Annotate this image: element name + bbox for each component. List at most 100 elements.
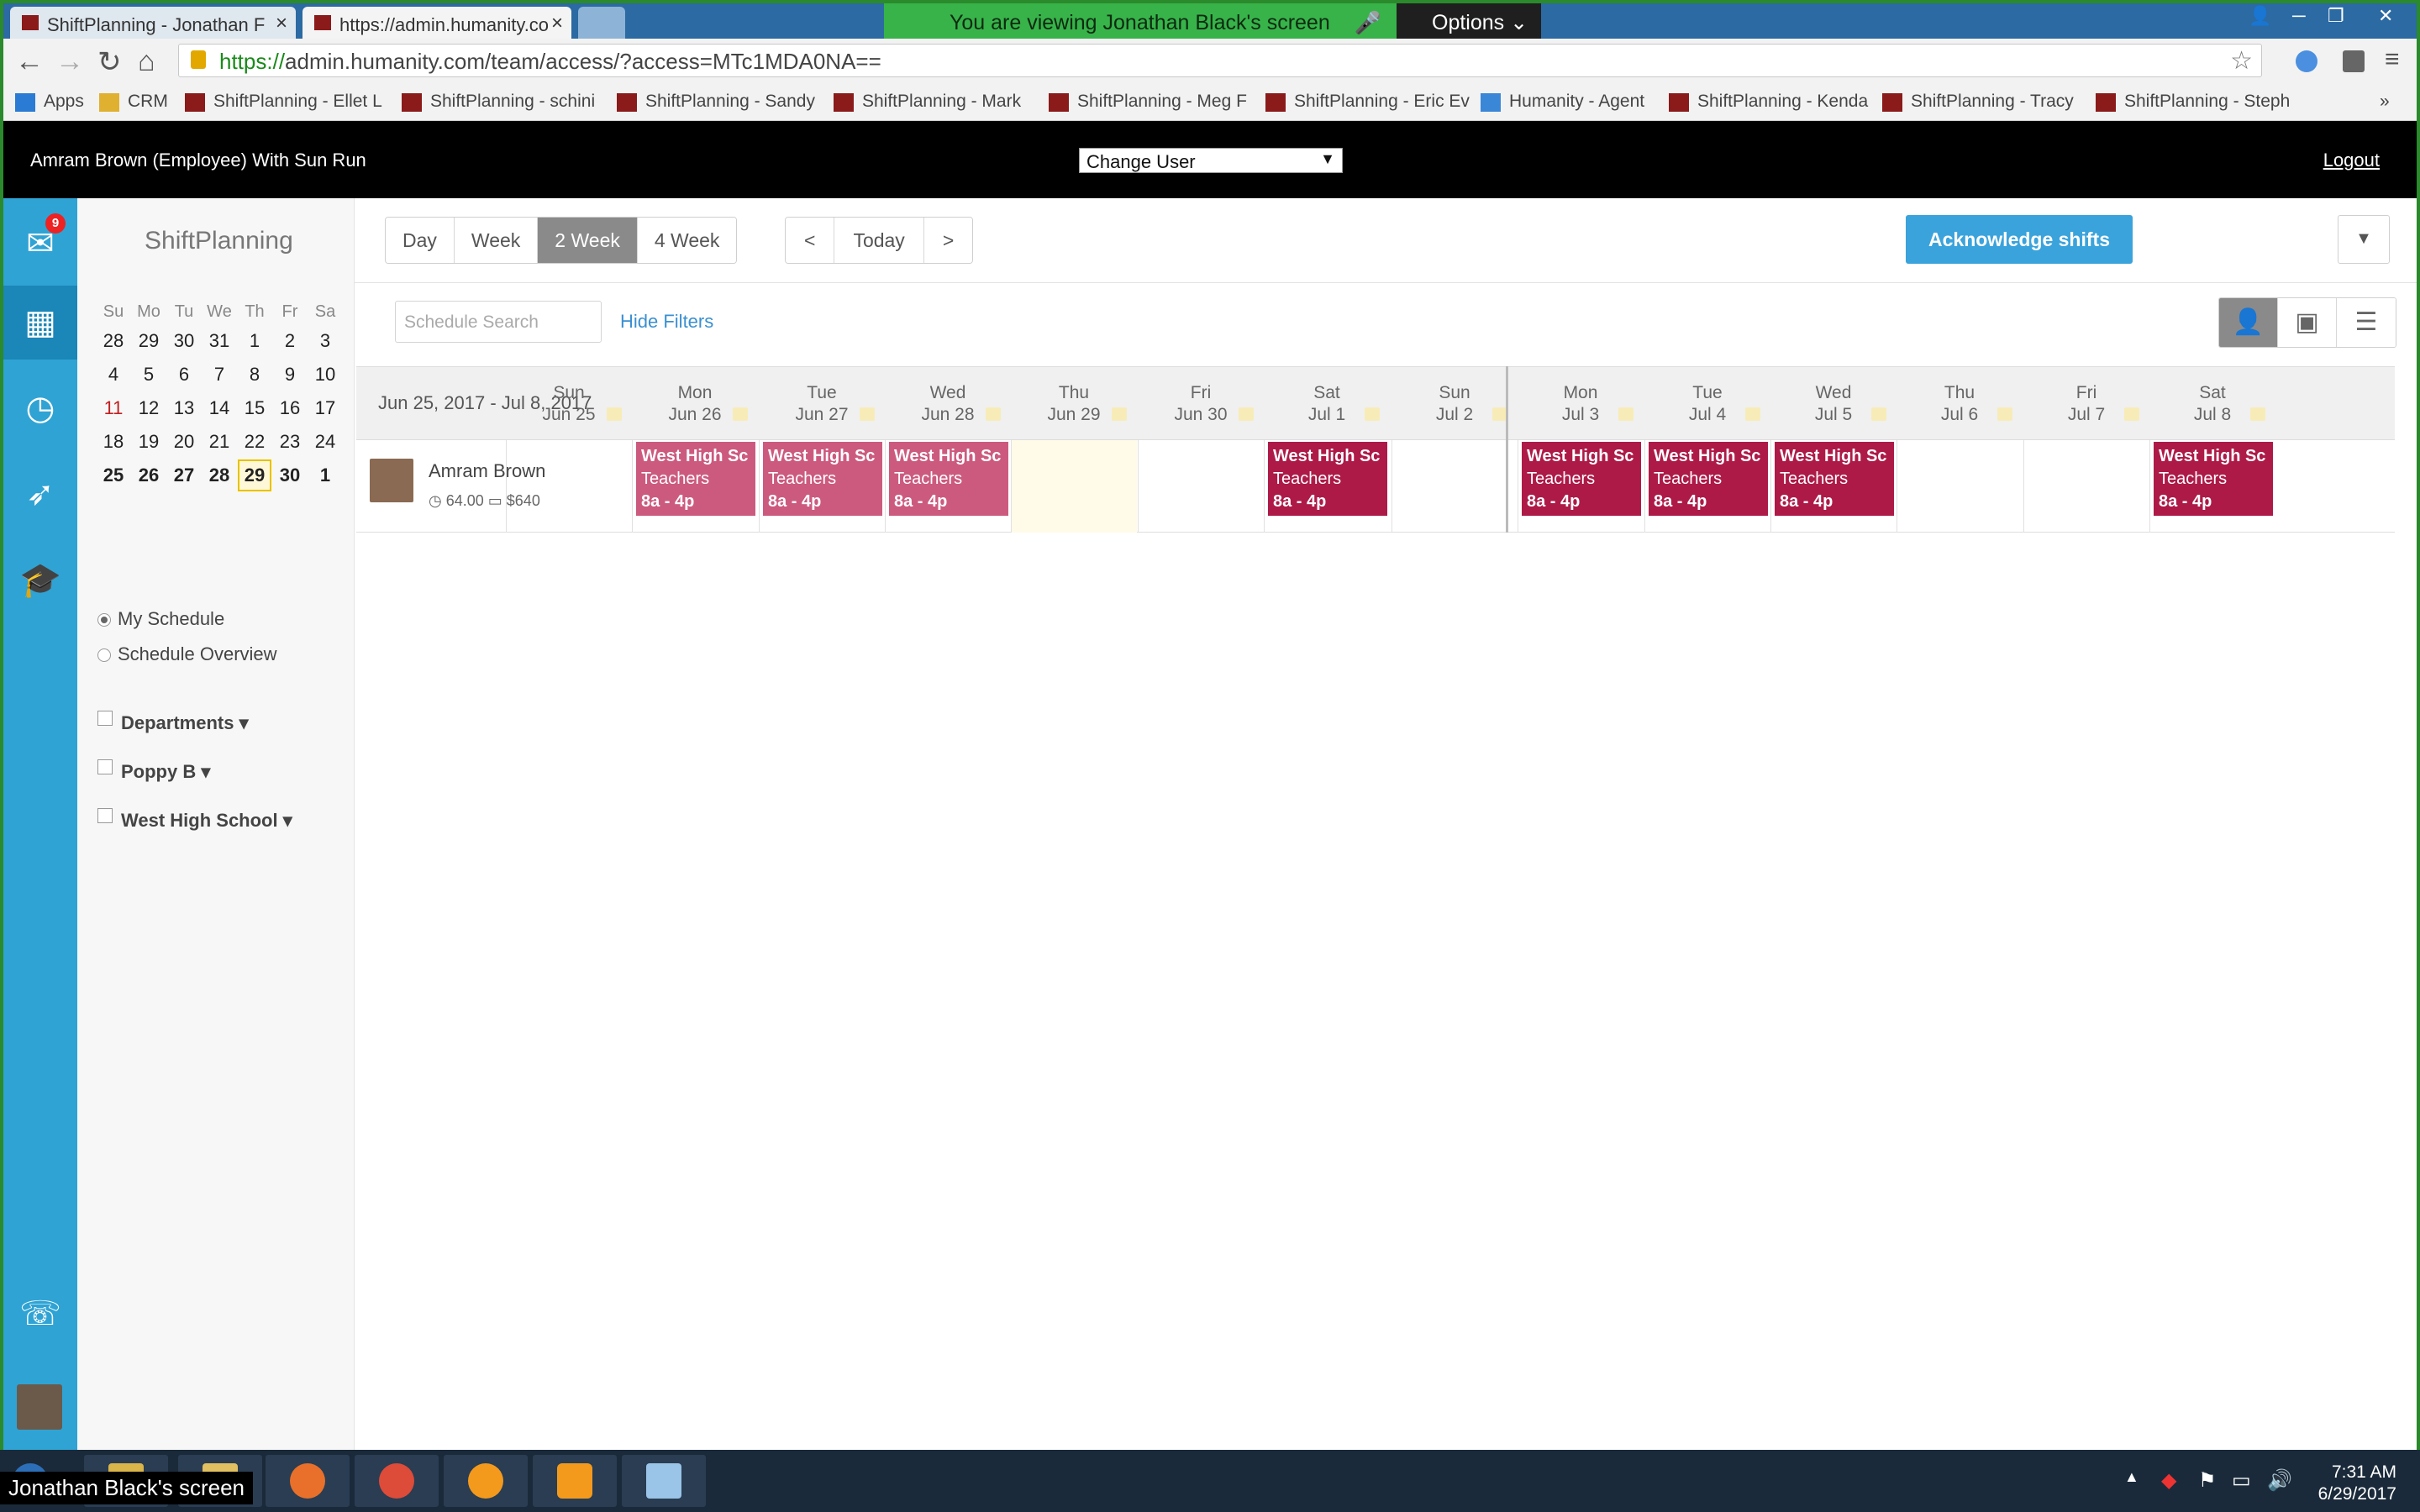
- day-cell[interactable]: West High Sc Teachers 8a - 4p: [1770, 440, 1897, 533]
- shift-block[interactable]: West High Sc Teachers 8a - 4p: [636, 442, 755, 516]
- calendar-day[interactable]: 8: [237, 358, 272, 391]
- day-cell[interactable]: West High Sc Teachers 8a - 4p: [632, 440, 758, 533]
- view-4week-button[interactable]: 4 Week: [637, 218, 737, 263]
- home-icon[interactable]: ⌂: [138, 45, 155, 78]
- bookmark-item[interactable]: ShiftPlanning - Mark: [834, 92, 1021, 112]
- calendar-day[interactable]: 23: [272, 425, 308, 459]
- calendar-note-icon[interactable]: [1745, 407, 1760, 421]
- menu-icon[interactable]: ≡: [2385, 45, 2400, 74]
- address-bar[interactable]: https://admin.humanity.com/team/access/?…: [178, 44, 2262, 77]
- calendar-note-icon[interactable]: [1871, 407, 1886, 421]
- more-options-button[interactable]: ▼: [2338, 215, 2390, 264]
- calendar-day[interactable]: 20: [166, 425, 202, 459]
- calendar-day[interactable]: 2: [272, 324, 308, 358]
- calendar-note-icon[interactable]: [607, 407, 622, 421]
- calendar-note-icon[interactable]: [2250, 407, 2265, 421]
- taskbar-ring-meetings[interactable]: [533, 1455, 617, 1507]
- bookmark-item[interactable]: ShiftPlanning - Steph: [2096, 92, 2290, 112]
- schedule-search-input[interactable]: Schedule Search: [395, 301, 602, 343]
- bookmark-item[interactable]: ShiftPlanning - Kenda: [1669, 92, 1868, 112]
- bookmark-item[interactable]: ShiftPlanning - schini: [402, 92, 595, 112]
- calendar-day[interactable]: 28: [202, 459, 237, 492]
- new-tab-button[interactable]: [578, 7, 625, 39]
- rocket-icon[interactable]: ➶: [3, 457, 77, 531]
- timeclock-icon[interactable]: ◷: [3, 371, 77, 445]
- acrobat-icon[interactable]: ◆: [2161, 1468, 2176, 1493]
- today-button[interactable]: Today: [834, 218, 924, 263]
- calendar-day[interactable]: 19: [131, 425, 166, 459]
- lock-extension-icon[interactable]: [2343, 50, 2365, 72]
- taskbar-chrome[interactable]: [355, 1455, 439, 1507]
- calendar-note-icon[interactable]: [2124, 407, 2139, 421]
- avatar[interactable]: [17, 1384, 62, 1430]
- taskbar-firefox[interactable]: [266, 1455, 350, 1507]
- close-tab-icon[interactable]: ×: [276, 12, 287, 35]
- shift-block[interactable]: West High Sc Teachers 8a - 4p: [2154, 442, 2273, 516]
- next-button[interactable]: >: [923, 218, 973, 263]
- day-cell[interactable]: West High Sc Teachers 8a - 4p: [1264, 440, 1390, 533]
- calendar-day[interactable]: 22: [237, 425, 272, 459]
- calendar-day[interactable]: 29: [131, 324, 166, 358]
- shift-block[interactable]: West High Sc Teachers 8a - 4p: [889, 442, 1008, 516]
- calendar-day[interactable]: 21: [202, 425, 237, 459]
- bookmark-item[interactable]: ShiftPlanning - Meg F: [1049, 92, 1247, 112]
- calendar-day[interactable]: 18: [96, 425, 131, 459]
- calendar-day[interactable]: 29: [237, 459, 272, 492]
- shift-block[interactable]: West High Sc Teachers 8a - 4p: [1649, 442, 1768, 516]
- calendar-day[interactable]: 30: [166, 324, 202, 358]
- tray-expand-icon[interactable]: ▲: [2124, 1468, 2139, 1486]
- system-clock[interactable]: 7:31 AM 6/29/2017: [2318, 1462, 2396, 1505]
- maximize-icon[interactable]: ❐: [2328, 5, 2344, 27]
- view-week-button[interactable]: Week: [454, 218, 539, 263]
- shift-block[interactable]: West High Sc Teachers 8a - 4p: [1268, 442, 1387, 516]
- more-bookmarks-icon[interactable]: »: [2380, 92, 2390, 112]
- bookmark-apps[interactable]: Apps: [15, 92, 84, 112]
- calendar-day[interactable]: 9: [272, 358, 308, 391]
- calendar-note-icon[interactable]: [733, 407, 748, 421]
- training-icon[interactable]: 🎓: [3, 543, 77, 617]
- calendar-note-icon[interactable]: [1618, 407, 1634, 421]
- calendar-day[interactable]: 7: [202, 358, 237, 391]
- calendar-day[interactable]: 16: [272, 391, 308, 425]
- calendar-note-icon[interactable]: [986, 407, 1001, 421]
- filter-poppy-b[interactable]: Poppy B ▾: [97, 759, 210, 783]
- bookmark-item[interactable]: Humanity - Agent: [1481, 92, 1644, 112]
- bookmark-star-icon[interactable]: ☆: [2230, 46, 2253, 76]
- position-view-icon[interactable]: ▣: [2278, 298, 2337, 347]
- day-cell[interactable]: [1011, 440, 1137, 533]
- extension-icon[interactable]: [2296, 50, 2317, 72]
- close-tab-icon[interactable]: ×: [551, 12, 563, 35]
- calendar-day[interactable]: 1: [308, 459, 343, 492]
- support-icon[interactable]: ☏: [3, 1277, 77, 1351]
- calendar-day[interactable]: 6: [166, 358, 202, 391]
- day-cell[interactable]: West High Sc Teachers 8a - 4p: [1644, 440, 1770, 533]
- employee-view-icon[interactable]: 👤: [2219, 298, 2278, 347]
- messages-icon[interactable]: ✉: [3, 207, 77, 281]
- calendar-day[interactable]: 3: [308, 324, 343, 358]
- user-profile-icon[interactable]: 👤: [2249, 5, 2271, 27]
- calendar-note-icon[interactable]: [1112, 407, 1127, 421]
- calendar-day[interactable]: 12: [131, 391, 166, 425]
- bookmark-item[interactable]: ShiftPlanning - Eric Ev: [1265, 92, 1470, 112]
- calendar-day[interactable]: 14: [202, 391, 237, 425]
- bookmark-item[interactable]: ShiftPlanning - Ellet L: [185, 92, 382, 112]
- prev-button[interactable]: <: [786, 218, 835, 263]
- minimize-icon[interactable]: ─: [2292, 5, 2306, 27]
- day-cell[interactable]: [2023, 440, 2149, 533]
- schedule-overview-radio[interactable]: Schedule Overview: [97, 643, 277, 665]
- list-view-icon[interactable]: ☰: [2337, 298, 2396, 347]
- checkbox-icon[interactable]: [97, 711, 113, 726]
- filter-departments[interactable]: Departments ▾: [97, 711, 249, 734]
- calendar-day[interactable]: 5: [131, 358, 166, 391]
- calendar-day[interactable]: 25: [96, 459, 131, 492]
- day-cell[interactable]: West High Sc Teachers 8a - 4p: [1518, 440, 1644, 533]
- checkbox-icon[interactable]: [97, 808, 113, 823]
- bookmark-item[interactable]: ShiftPlanning - Tracy: [1882, 92, 2074, 112]
- forward-icon[interactable]: →: [55, 45, 84, 78]
- calendar-note-icon[interactable]: [1239, 407, 1254, 421]
- flag-icon[interactable]: ⚑: [2198, 1468, 2217, 1493]
- bookmark-item[interactable]: ShiftPlanning - Sandy: [617, 92, 815, 112]
- view-2week-button[interactable]: 2 Week: [538, 218, 638, 263]
- schedule-icon[interactable]: ▦: [3, 286, 77, 360]
- acknowledge-shifts-button[interactable]: Acknowledge shifts: [1906, 215, 2133, 264]
